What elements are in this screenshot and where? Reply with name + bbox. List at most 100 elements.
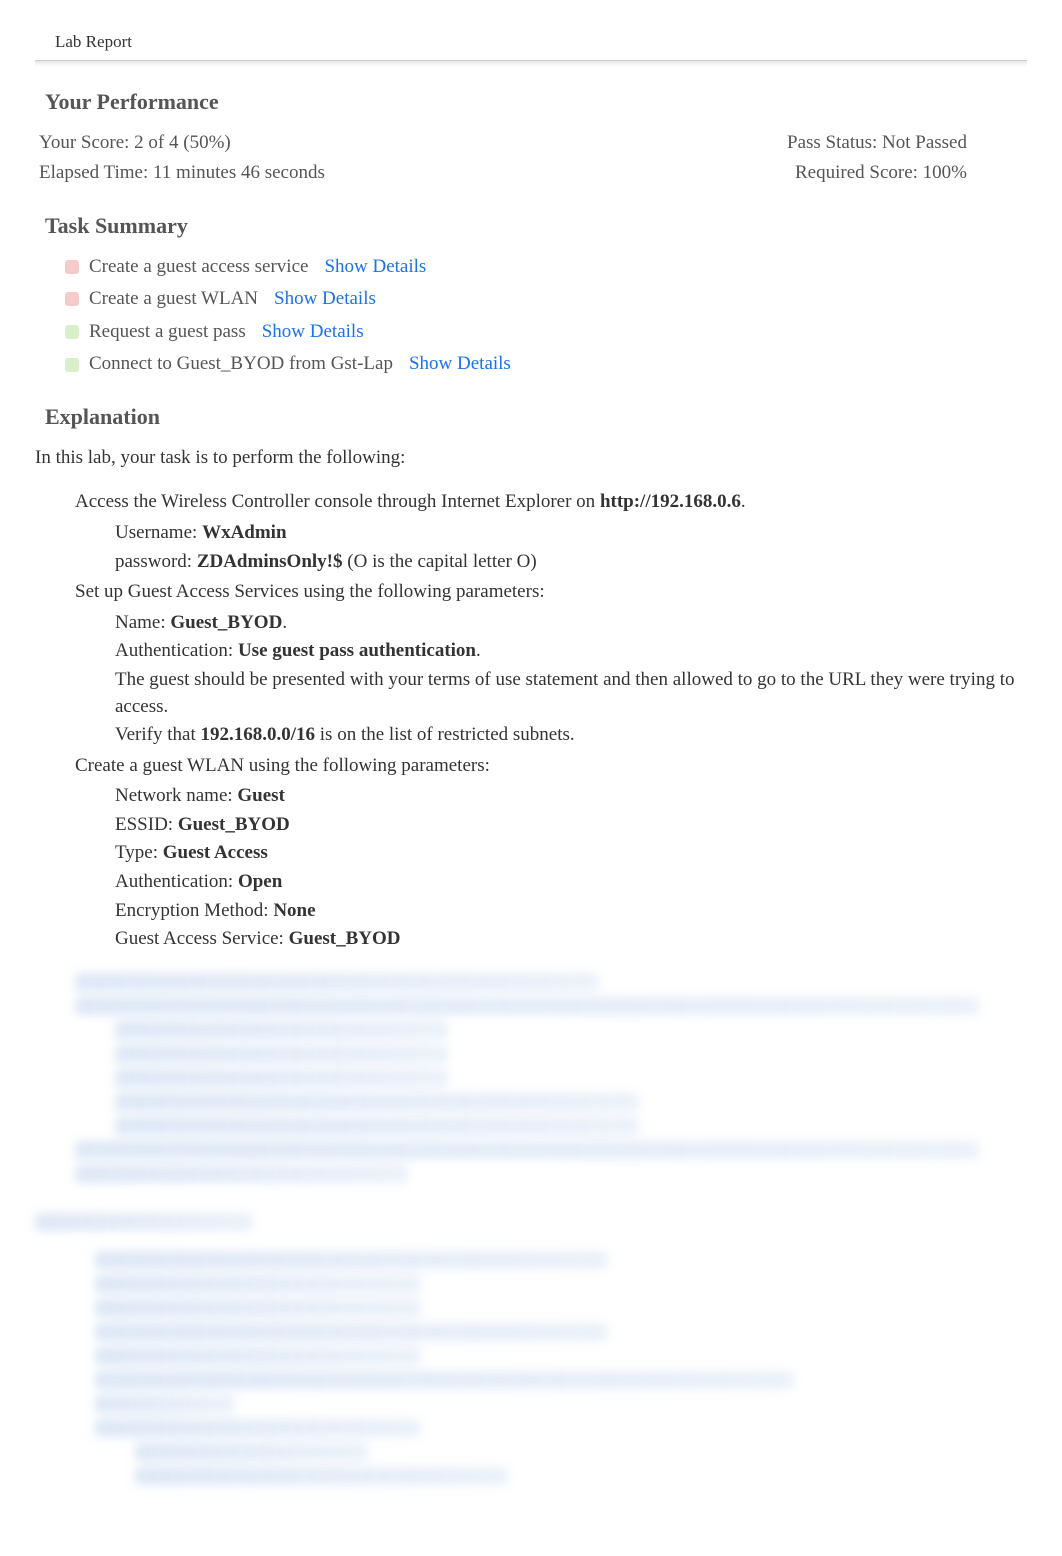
label: password: [115,551,197,572]
show-details-link[interactable]: Show Details [274,286,376,313]
blurred-line [75,1165,408,1183]
show-details-link[interactable]: Show Details [409,351,511,378]
status-fail-icon [65,292,79,306]
blurred-line [115,1021,448,1039]
performance-row-2: Elapsed Time: 11 minutes 46 seconds Requ… [35,160,1027,187]
status-fail-icon [65,260,79,274]
explanation-heading: Explanation [45,402,1027,433]
task-item: Connect to Guest_BYOD from Gst-Lap Show … [65,351,1027,378]
blurred-line [95,1395,235,1413]
text: Set up Guest Access Services using the f… [75,581,545,602]
password-note: (O is the capital letter O) [343,551,537,572]
username-row: Username: WxAdmin [115,520,1027,547]
network-row: Network name: Guest [115,783,1027,810]
type-value: Guest Access [163,842,268,863]
divider-shadow [35,61,1027,67]
label: Username: [115,522,202,543]
label: Type: [115,842,163,863]
essid-row: ESSID: Guest_BYOD [115,812,1027,839]
username-value: WxAdmin [202,522,286,543]
text: Create a guest WLAN using the following … [75,755,490,776]
text: Access the Wireless Controller console t… [75,491,600,512]
blurred-line [75,1141,979,1159]
verify-row: Verify that 192.168.0.0/16 is on the lis… [115,722,1027,749]
blurred-line [35,1213,253,1231]
blurred-line [135,1443,368,1461]
step-access-controller: Access the Wireless Controller console t… [75,489,1027,575]
label: Name: [115,612,170,633]
password-value: ZDAdminsOnly!$ [197,551,343,572]
guest-access-params: Name: Guest_BYOD. Authentication: Use gu… [115,610,1027,749]
task-label: Request a guest pass [89,319,246,346]
blurred-line [115,1069,448,1087]
step-guest-access: Set up Guest Access Services using the f… [75,579,1027,749]
blurred-line [95,1371,794,1389]
gas-value: Guest_BYOD [289,928,401,949]
blurred-line [75,997,979,1015]
auth-row: Authentication: Open [115,869,1027,896]
enc-row: Encryption Method: None [115,898,1027,925]
label: Encryption Method: [115,900,273,921]
text: is on the list of restricted subnets. [315,724,575,745]
task-label: Create a guest WLAN [89,286,258,313]
show-details-link[interactable]: Show Details [324,254,426,281]
text: . [282,612,287,633]
pass-status: Pass Status: Not Passed [787,130,967,157]
show-details-link[interactable]: Show Details [262,319,364,346]
url-value: http://192.168.0.6 [600,491,741,512]
elapsed-time: Elapsed Time: 11 minutes 46 seconds [39,160,325,187]
task-item: Create a guest access service Show Detai… [65,254,1027,281]
task-label: Create a guest access service [89,254,308,281]
explanation-intro: In this lab, your task is to perform the… [35,445,1027,472]
credentials-list: Username: WxAdmin password: ZDAdminsOnly… [115,520,1027,575]
status-pass-icon [65,358,79,372]
label: Authentication: [115,871,238,892]
performance-heading: Your Performance [45,87,1027,118]
auth-value: Use guest pass authentication [238,640,476,661]
blurred-line [95,1275,421,1293]
name-row: Name: Guest_BYOD. [115,610,1027,637]
task-item: Request a guest pass Show Details [65,319,1027,346]
obscured-content-2 [35,1213,1027,1231]
label: Guest Access Service: [115,928,289,949]
required-score: Required Score: 100% [795,160,967,187]
blurred-line [95,1323,608,1341]
task-summary-heading: Task Summary [45,211,1027,242]
blurred-line [115,1117,639,1135]
text: . [476,640,481,661]
task-item: Create a guest WLAN Show Details [65,286,1027,313]
type-row: Type: Guest Access [115,840,1027,867]
status-pass-icon [65,325,79,339]
text: . [741,491,746,512]
blurred-line [75,973,599,991]
performance-row-1: Your Score: 2 of 4 (50%) Pass Status: No… [35,130,1027,157]
blurred-line [95,1419,421,1437]
blurred-line [95,1251,608,1269]
wlan-params: Network name: Guest ESSID: Guest_BYOD Ty… [115,783,1027,953]
blurred-line [95,1299,421,1317]
explanation-list: Access the Wireless Controller console t… [75,489,1027,953]
terms-row: The guest should be presented with your … [115,667,1027,720]
label: Authentication: [115,640,238,661]
score-label: Your Score: 2 of 4 (50%) [39,130,231,157]
label: Network name: [115,785,237,806]
network-value: Guest [237,785,285,806]
blurred-line [95,1347,421,1365]
auth-value: Open [238,871,282,892]
blurred-line [115,1045,448,1063]
subnet-value: 192.168.0.0/16 [200,724,315,745]
essid-value: Guest_BYOD [178,814,290,835]
step-create-wlan: Create a guest WLAN using the following … [75,753,1027,953]
auth-row: Authentication: Use guest pass authentic… [115,638,1027,665]
task-label: Connect to Guest_BYOD from Gst-Lap [89,351,393,378]
gas-row: Guest Access Service: Guest_BYOD [115,926,1027,953]
label: ESSID: [115,814,178,835]
password-row: password: ZDAdminsOnly!$ (O is the capit… [115,549,1027,576]
obscured-content-3 [95,1251,1027,1485]
blurred-line [135,1467,508,1485]
blurred-line [115,1093,639,1111]
name-value: Guest_BYOD [170,612,282,633]
task-list: Create a guest access service Show Detai… [65,254,1027,378]
doc-title: Lab Report [55,30,1027,54]
blurred-lines [75,973,1027,1183]
